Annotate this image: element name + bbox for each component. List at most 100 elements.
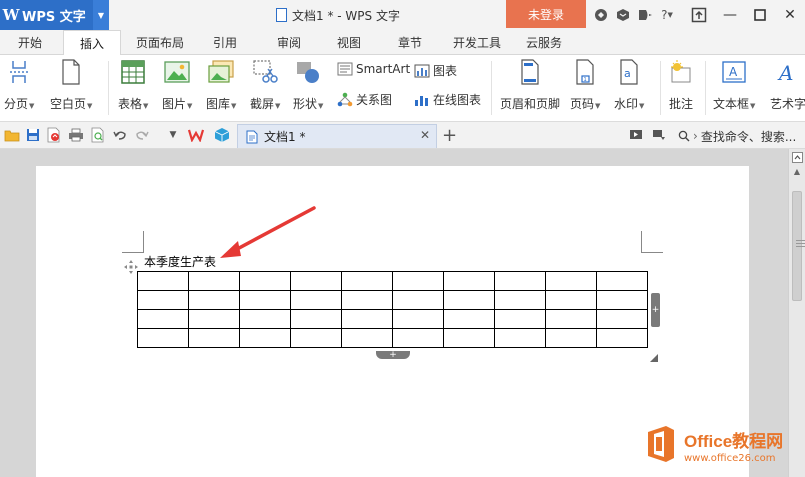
- table-cell[interactable]: [494, 271, 546, 291]
- table-cell[interactable]: [188, 309, 240, 329]
- page-break-button[interactable]: 分页▼: [4, 59, 34, 112]
- table-cell[interactable]: [188, 290, 240, 310]
- table-resize-handle-icon[interactable]: [650, 351, 658, 362]
- table-cell[interactable]: [188, 328, 240, 348]
- share-icon[interactable]: [690, 6, 708, 24]
- table-cell[interactable]: [596, 309, 648, 329]
- table-heading[interactable]: 本季度生产表: [144, 253, 216, 270]
- table-cell[interactable]: [341, 309, 393, 329]
- app-menu-button[interactable]: W WPS 文字 ▼: [0, 0, 109, 30]
- skin-icon[interactable]: [592, 6, 610, 24]
- table-cell[interactable]: [290, 328, 342, 348]
- tab-developer[interactable]: 开发工具: [448, 30, 506, 55]
- production-table[interactable]: [137, 271, 648, 348]
- table-cell[interactable]: [137, 309, 189, 329]
- redo-icon[interactable]: [134, 127, 150, 143]
- customize-dropdown-icon[interactable]: ▼: [165, 127, 181, 143]
- add-column-handle[interactable]: +: [651, 293, 660, 327]
- table-cell[interactable]: [443, 271, 495, 291]
- login-button[interactable]: 未登录: [506, 0, 586, 28]
- close-tab-icon[interactable]: ✕: [420, 128, 430, 142]
- table-cell[interactable]: [443, 290, 495, 310]
- gallery-button[interactable]: 图库▼: [206, 59, 236, 112]
- screenshot-button[interactable]: 截屏▼: [250, 59, 280, 112]
- scroll-up-icon[interactable]: ▲: [791, 165, 803, 177]
- table-cell[interactable]: [443, 309, 495, 329]
- command-search[interactable]: › 查找命令、搜索...: [678, 126, 796, 146]
- open-folder-icon[interactable]: [4, 127, 20, 143]
- table-button[interactable]: 表格▼: [118, 59, 148, 112]
- chart-button[interactable]: 图表: [414, 62, 457, 79]
- table-cell[interactable]: [545, 271, 597, 291]
- page-number-button[interactable]: 1 页码▼: [570, 59, 600, 112]
- table-cell[interactable]: [545, 290, 597, 310]
- tab-review[interactable]: 审阅: [266, 30, 312, 55]
- table-cell[interactable]: [137, 290, 189, 310]
- table-cell[interactable]: [290, 309, 342, 329]
- slideshow-icon[interactable]: [628, 127, 644, 143]
- textbox-button[interactable]: A 文本框▼: [713, 59, 755, 112]
- table-cell[interactable]: [392, 290, 444, 310]
- blank-page-button[interactable]: 空白页▼: [50, 59, 92, 112]
- table-cell[interactable]: [545, 328, 597, 348]
- header-footer-button[interactable]: 页眉和页脚: [500, 59, 560, 112]
- print-preview-icon[interactable]: [90, 127, 106, 143]
- table-cell[interactable]: [494, 309, 546, 329]
- undo-icon[interactable]: [112, 127, 128, 143]
- maximize-icon[interactable]: [745, 0, 775, 30]
- table-cell[interactable]: [137, 271, 189, 291]
- help-icon[interactable]: ? ▼: [658, 6, 676, 24]
- table-cell[interactable]: [290, 290, 342, 310]
- minimize-icon[interactable]: —: [715, 0, 745, 30]
- options-dropdown-icon[interactable]: [651, 127, 667, 143]
- table-cell[interactable]: [137, 328, 189, 348]
- table-cell[interactable]: [545, 309, 597, 329]
- table-cell[interactable]: [290, 271, 342, 291]
- relation-chart-button[interactable]: 关系图: [337, 91, 392, 108]
- export-pdf-icon[interactable]: [46, 127, 62, 143]
- table-cell[interactable]: [596, 271, 648, 291]
- table-cell[interactable]: [188, 271, 240, 291]
- tab-view[interactable]: 视图: [326, 30, 372, 55]
- close-icon[interactable]: ✕: [775, 0, 805, 30]
- table-cell[interactable]: [239, 271, 291, 291]
- tab-references[interactable]: 引用: [202, 30, 248, 55]
- table-cell[interactable]: [392, 328, 444, 348]
- scroll-panel-toggle-icon[interactable]: [791, 151, 803, 163]
- tab-home[interactable]: 开始: [7, 30, 53, 55]
- table-cell[interactable]: [494, 290, 546, 310]
- add-row-handle[interactable]: +: [376, 351, 410, 360]
- app-menu-dropdown-icon[interactable]: ▼: [93, 0, 109, 30]
- cube-icon[interactable]: [614, 6, 632, 24]
- table-cell[interactable]: [494, 328, 546, 348]
- table-cell[interactable]: [239, 290, 291, 310]
- table-cell[interactable]: [443, 328, 495, 348]
- print-icon[interactable]: [68, 127, 84, 143]
- tab-insert[interactable]: 插入: [63, 30, 121, 56]
- table-cell[interactable]: [596, 290, 648, 310]
- vertical-scrollbar[interactable]: ▲: [788, 149, 805, 477]
- feedback-icon[interactable]: [636, 6, 654, 24]
- table-cell[interactable]: [596, 328, 648, 348]
- table-cell[interactable]: [239, 328, 291, 348]
- new-tab-icon[interactable]: +: [442, 125, 457, 146]
- table-cell[interactable]: [341, 271, 393, 291]
- wordart-button[interactable]: A 艺术字: [770, 59, 805, 112]
- wps-docer-icon[interactable]: [188, 127, 204, 143]
- watermark-button[interactable]: a 水印▼: [614, 59, 644, 112]
- table-cell[interactable]: [341, 290, 393, 310]
- scrollbar-thumb[interactable]: [792, 191, 805, 301]
- shapes-button[interactable]: 形状▼: [293, 59, 323, 112]
- save-icon[interactable]: [25, 127, 41, 143]
- table-cell[interactable]: [341, 328, 393, 348]
- document-tab[interactable]: 文档1 * ✕: [237, 124, 437, 148]
- comment-button[interactable]: 批注: [668, 59, 694, 112]
- table-cell[interactable]: [392, 271, 444, 291]
- table-cell[interactable]: [239, 309, 291, 329]
- smartart-button[interactable]: SmartArt: [337, 62, 410, 76]
- cloud-cube-icon[interactable]: [214, 127, 230, 143]
- tab-cloud-service[interactable]: 云服务: [518, 30, 570, 55]
- tab-chapter[interactable]: 章节: [387, 30, 433, 55]
- online-chart-button[interactable]: 在线图表: [414, 91, 481, 108]
- table-move-handle-icon[interactable]: [124, 260, 138, 274]
